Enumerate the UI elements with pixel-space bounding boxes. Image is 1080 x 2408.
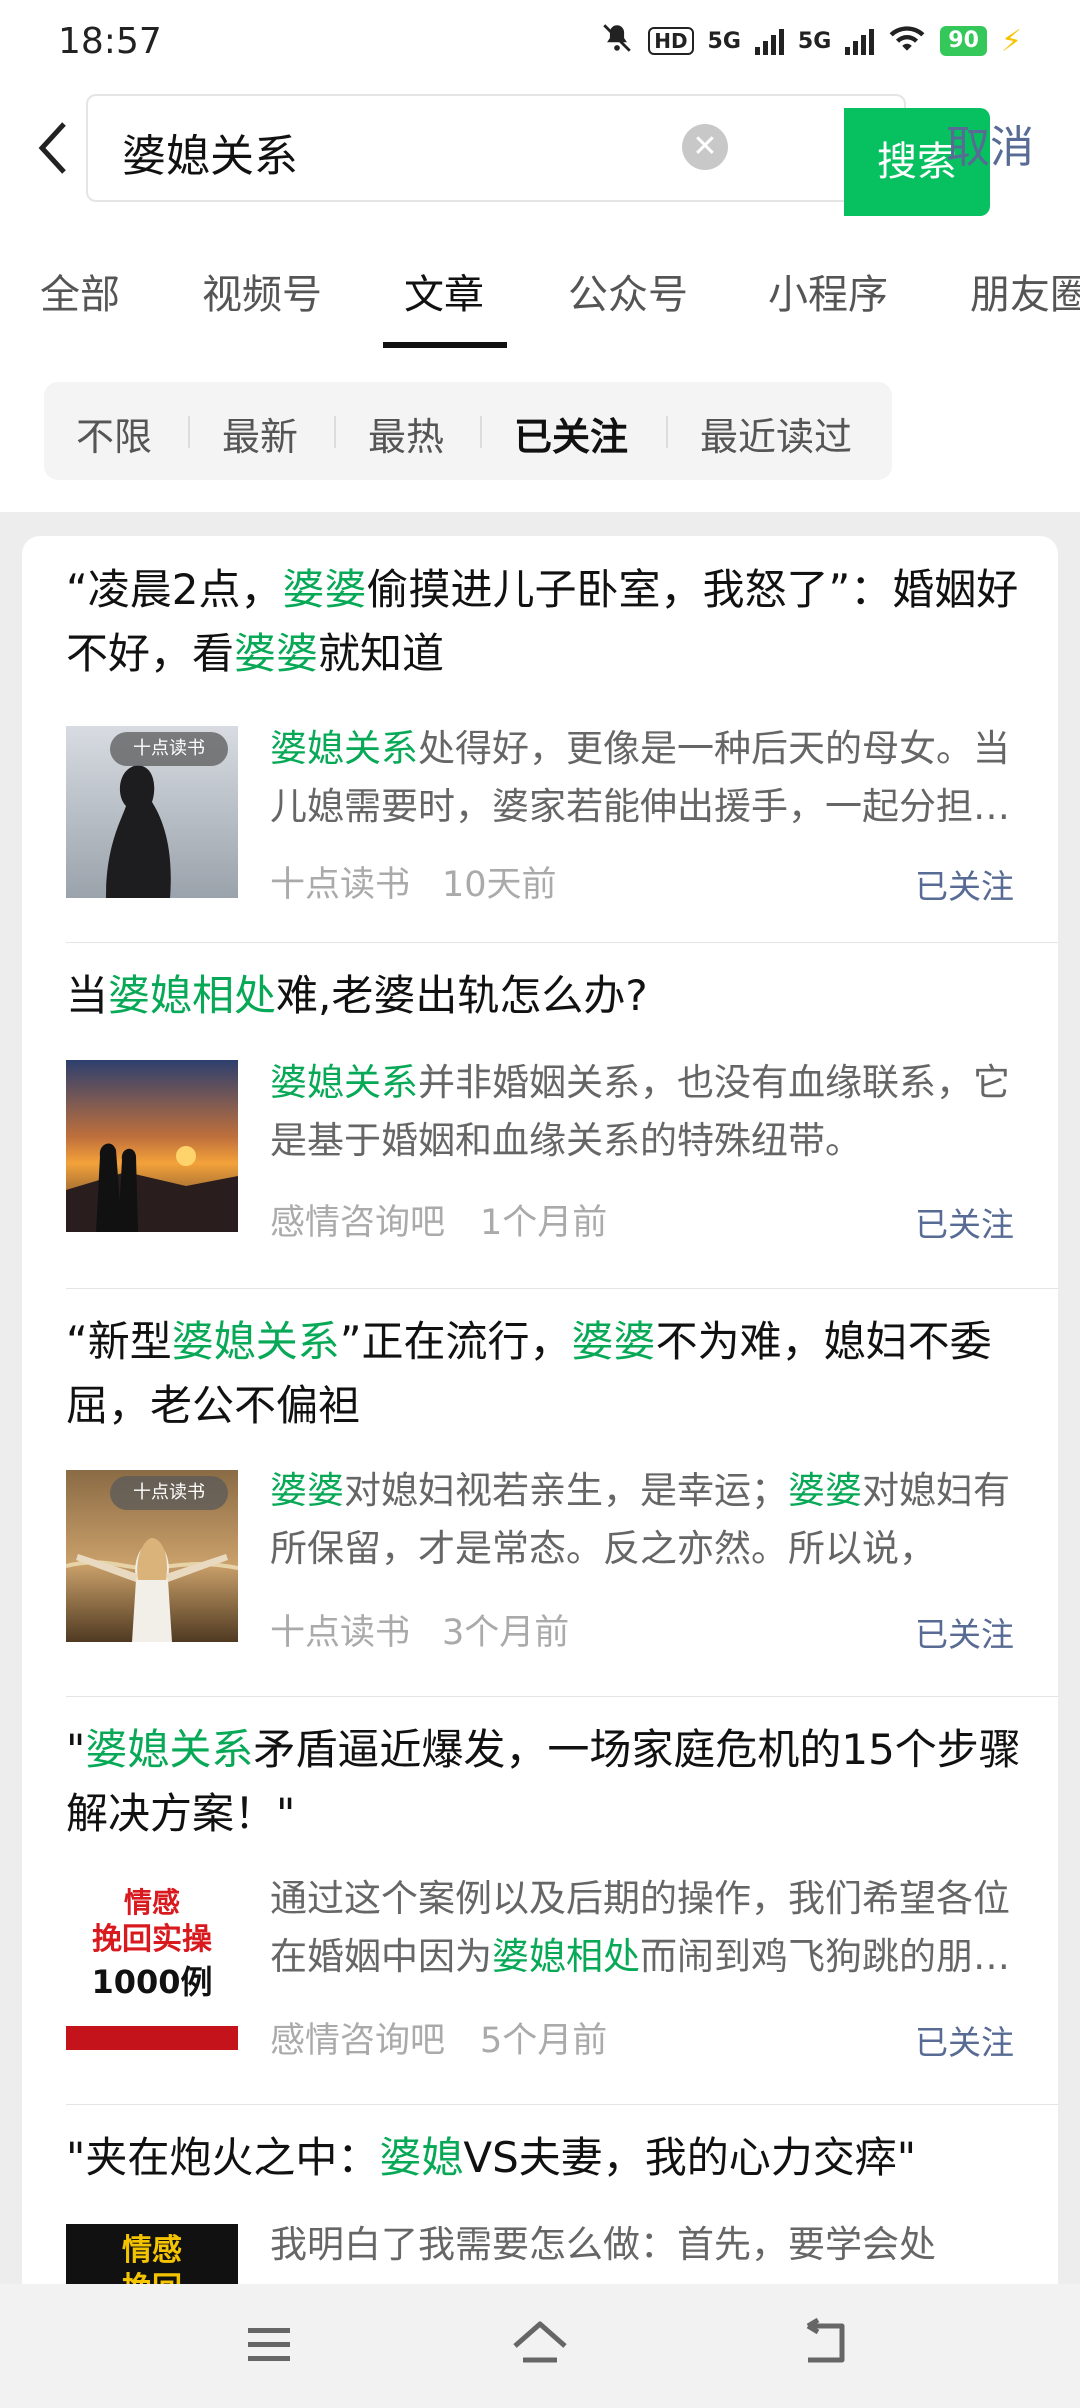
search-input[interactable]: 婆媳关系 ✕ 搜索: [86, 94, 990, 216]
result-item[interactable]: 当婆媳相处难,老婆出轨怎么办? 婆媳关系并非婚姻关系，也没有血缘联系，它是基于婚…: [22, 944, 1058, 1290]
signal-icon: [754, 27, 784, 55]
tab-official-accounts[interactable]: 公众号: [568, 262, 688, 320]
result-divider: [66, 1696, 1058, 1697]
result-snippet: 通过这个案例以及后期的操作，我们希望各位在婚姻中因为婆媳相处而闹到鸡飞狗跳的朋友…: [270, 1877, 1010, 1978]
result-item[interactable]: “凌晨2点，婆婆偷摸进儿子卧室，我怒了”：婚姻好不好，看婆婆就知道 十点读书 婆…: [22, 536, 1058, 944]
system-navigation-bar: [0, 2284, 1080, 2408]
thumbnail-stripe: [66, 2026, 238, 2050]
results-list: “凌晨2点，婆婆偷摸进儿子卧室，我怒了”：婚姻好不好，看婆婆就知道 十点读书 婆…: [22, 536, 1058, 2336]
active-tab-indicator: [383, 342, 507, 348]
filter-recently-read[interactable]: 最近读过: [700, 406, 852, 461]
filter-bar: 不限 最新 最热 已关注 最近读过: [44, 382, 892, 480]
followed-badge: 已关注: [915, 1615, 1014, 1654]
result-thumbnail: 情感 挽回实操 1000例: [66, 1878, 238, 2050]
followed-badge: 已关注: [915, 1205, 1014, 1244]
filter-divider: [480, 416, 482, 448]
result-source: 感情咨询吧: [270, 2021, 446, 2061]
result-snippet: 婆婆对媳妇视若亲生，是幸运；婆婆对媳妇有所保留，才是常态。反之亦然。所以说，: [270, 1469, 1010, 1570]
result-thumbnail: 十点读书: [66, 1470, 238, 1642]
result-title: "夹在炮火之中：婆媳VS夫妻，我的心力交瘁": [66, 2133, 917, 2182]
status-time: 18:57: [58, 20, 162, 62]
mute-icon: [600, 21, 634, 61]
battery-icon: 90: [940, 26, 987, 56]
result-thumbnail: 十点读书: [66, 726, 238, 898]
result-time: 5个月前: [480, 2021, 608, 2061]
result-source: 感情咨询吧: [270, 1203, 446, 1243]
followed-badge: 已关注: [915, 2023, 1014, 2062]
result-item[interactable]: “新型婆媳关系”正在流行，婆婆不为难，媳妇不委屈，老公不偏袒 十点读书 婆婆对媳…: [22, 1290, 1058, 1698]
thumbnail-badge: 十点读书: [110, 1476, 228, 1510]
result-divider: [66, 942, 1058, 943]
network-label-2: 5G: [797, 28, 832, 54]
filter-latest[interactable]: 最新: [222, 406, 298, 461]
result-title: 当婆媳相处难,老婆出轨怎么办?: [66, 971, 648, 1020]
network-label-1: 5G: [707, 28, 741, 54]
tab-mini-programs[interactable]: 小程序: [768, 262, 888, 320]
cancel-button[interactable]: 取消: [946, 94, 1034, 202]
home-icon[interactable]: [505, 2314, 575, 2374]
result-thumbnail: [66, 1060, 238, 1232]
tab-all[interactable]: 全部: [40, 262, 120, 320]
result-time: 1个月前: [480, 1203, 608, 1243]
result-snippet: 我明白了我需要怎么做：首先，要学会处: [270, 2223, 936, 2266]
result-title: “凌晨2点，婆婆偷摸进儿子卧室，我怒了”：婚姻好不好，看婆婆就知道: [66, 565, 1019, 678]
thumbnail-text: 情感 挽回实操 1000例: [91, 1886, 213, 2001]
followed-badge: 已关注: [915, 867, 1014, 906]
wifi-icon: [888, 23, 926, 59]
result-source: 十点读书: [270, 1613, 411, 1653]
filter-divider: [334, 416, 336, 448]
search-query: 婆媳关系: [122, 131, 298, 182]
filter-divider: [666, 416, 668, 448]
tab-channels[interactable]: 视频号: [202, 262, 322, 320]
signal-icon-2: [845, 27, 875, 55]
filter-all[interactable]: 不限: [76, 406, 152, 461]
result-title: “新型婆媳关系”正在流行，婆婆不为难，媳妇不委屈，老公不偏袒: [66, 1317, 992, 1430]
search-header: 婆媳关系 ✕ 搜索 取消: [0, 82, 1080, 218]
menu-icon[interactable]: [234, 2314, 304, 2374]
category-tabs: 全部 视频号 文章 公众号 小程序 朋友圈: [0, 218, 1080, 351]
result-time: 3个月前: [442, 1613, 570, 1653]
filter-area: 不限 最新 最热 已关注 最近读过: [0, 350, 1080, 512]
hd-icon: HD: [648, 27, 694, 55]
status-bar: 18:57 HD 5G 5G 90 ⚡: [0, 0, 1080, 82]
filter-divider: [188, 416, 190, 448]
charging-icon: ⚡: [1000, 23, 1022, 59]
tab-moments[interactable]: 朋友圈: [970, 262, 1080, 320]
result-time: 10天前: [442, 865, 557, 905]
result-divider: [66, 1288, 1058, 1289]
back-icon[interactable]: [790, 2314, 860, 2374]
result-source: 十点读书: [270, 865, 411, 905]
result-snippet: 婆媳关系并非婚姻关系，也没有血缘联系，它是基于婚姻和血缘关系的特殊纽带。: [270, 1061, 1010, 1162]
chevron-left-icon[interactable]: [36, 118, 72, 178]
thumbnail-badge: 十点读书: [110, 732, 228, 766]
filter-hottest[interactable]: 最热: [368, 406, 444, 461]
status-icons: HD 5G 5G 90 ⚡: [600, 21, 1022, 61]
result-divider: [66, 2104, 1058, 2105]
result-snippet: 婆媳关系处得好，更像是一种后天的母女。当儿媳需要时，婆家若能伸出援手，一起分担，…: [270, 727, 1010, 828]
filter-followed[interactable]: 已关注: [514, 406, 628, 461]
tab-articles[interactable]: 文章: [404, 262, 484, 320]
result-title: "婆媳关系矛盾逼近爆发，一场家庭危机的15个步骤解决方案！": [66, 1725, 1021, 1838]
clear-icon[interactable]: ✕: [682, 124, 728, 170]
result-item[interactable]: "婆媳关系矛盾逼近爆发，一场家庭危机的15个步骤解决方案！" 情感 挽回实操 1…: [22, 1698, 1058, 2106]
